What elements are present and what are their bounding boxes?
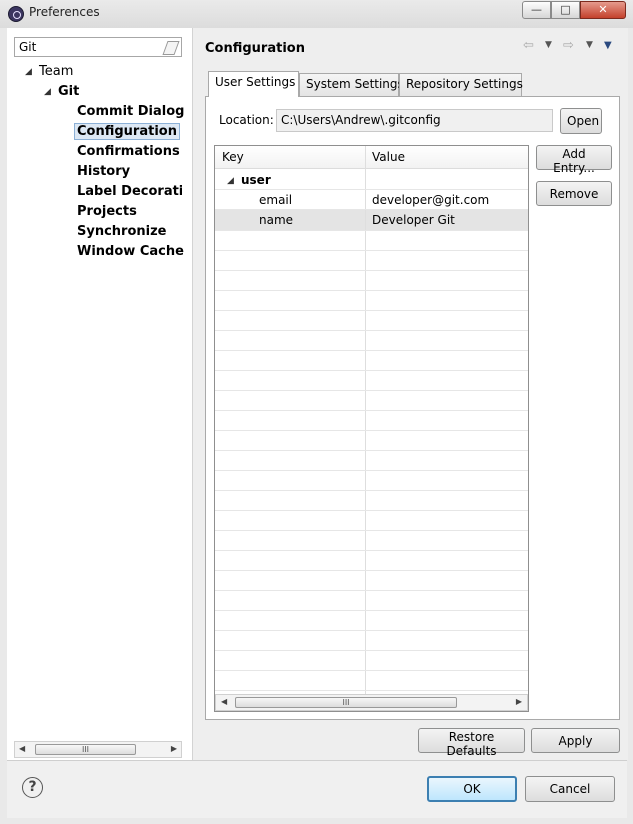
cancel-button[interactable]: Cancel	[525, 776, 615, 802]
restore-defaults-button[interactable]: Restore Defaults	[418, 728, 525, 758]
remove-button[interactable]: Remove	[536, 181, 612, 206]
scroll-thumb[interactable]: III	[35, 744, 136, 755]
row-divider	[215, 370, 528, 371]
eclipse-app-icon	[8, 6, 24, 22]
apply-button[interactable]: Apply	[531, 728, 620, 753]
page-title: Configuration	[205, 41, 305, 56]
scroll-left-icon[interactable]: ◀	[19, 744, 25, 753]
expand-user-icon[interactable]: ◢	[227, 176, 234, 186]
tab-user-settings[interactable]: User Settings	[208, 71, 299, 97]
row-divider	[215, 590, 528, 591]
row-divider	[215, 650, 528, 651]
row-divider	[215, 550, 528, 551]
view-menu-icon[interactable]: ▼	[604, 40, 612, 51]
row-divider	[215, 490, 528, 491]
table-row-value[interactable]: Developer Git	[372, 213, 455, 227]
row-divider	[215, 410, 528, 411]
column-header-key[interactable]: Key	[222, 150, 244, 164]
minimize-button[interactable]: —	[522, 1, 551, 19]
row-divider	[215, 610, 528, 611]
tree-item-configuration[interactable]: Configuration	[74, 123, 180, 140]
row-divider	[215, 670, 528, 671]
tree-item-window-cache[interactable]: Window Cache	[77, 244, 184, 259]
row-divider	[215, 690, 528, 691]
row-divider	[215, 189, 528, 190]
maximize-button[interactable]: □	[551, 1, 580, 19]
tree-item-team[interactable]: Team	[39, 64, 73, 79]
filter-input[interactable]: Git	[14, 37, 182, 57]
tree-item-commit-dialog[interactable]: Commit Dialog	[77, 104, 184, 119]
tab-system-settings[interactable]: System Settings	[299, 73, 404, 96]
row-divider	[215, 530, 528, 531]
table-header: Key Value	[215, 146, 528, 169]
table-row-key[interactable]: email	[259, 193, 292, 207]
back-dropdown-icon[interactable]: ▼	[545, 40, 552, 50]
open-button[interactable]: Open	[560, 108, 602, 134]
row-divider	[215, 250, 528, 251]
add-entry-button[interactable]: Add Entry...	[536, 145, 612, 175]
forward-arrow-icon[interactable]: ⇨	[563, 38, 574, 53]
tree-item-confirmations[interactable]: Confirmations ar	[77, 144, 182, 159]
ok-button[interactable]: OK	[427, 776, 517, 802]
row-divider	[215, 510, 528, 511]
tree-item-history[interactable]: History	[77, 164, 130, 179]
expand-team-icon[interactable]: ◢	[25, 67, 32, 77]
tree-item-projects[interactable]: Projects	[77, 204, 137, 219]
scroll-left-icon[interactable]: ◀	[221, 697, 227, 706]
tree-item-git[interactable]: Git	[58, 84, 79, 99]
row-divider	[215, 470, 528, 471]
row-divider	[215, 290, 528, 291]
row-divider	[215, 209, 528, 210]
row-divider	[215, 450, 528, 451]
tab-repository-settings[interactable]: Repository Settings	[399, 73, 523, 96]
table-row-key[interactable]: name	[259, 213, 293, 227]
footer-separator	[7, 760, 627, 761]
column-header-value[interactable]: Value	[372, 150, 405, 164]
tree-item-synchronize[interactable]: Synchronize	[77, 224, 167, 239]
location-field: C:\Users\Andrew\.gitconfig	[276, 109, 553, 132]
table-horizontal-scrollbar[interactable]: ◀ III ▶	[215, 694, 528, 711]
location-label: Location:	[219, 113, 274, 127]
row-divider	[215, 570, 528, 571]
table-row-value[interactable]: developer@git.com	[372, 193, 489, 207]
scroll-thumb[interactable]: III	[235, 697, 457, 708]
window-title: Preferences	[29, 5, 100, 19]
row-divider	[215, 630, 528, 631]
scroll-right-icon[interactable]: ▶	[516, 697, 522, 706]
row-divider	[215, 270, 528, 271]
expand-git-icon[interactable]: ◢	[44, 87, 51, 97]
row-divider	[215, 230, 528, 231]
clear-filter-icon[interactable]	[162, 41, 180, 55]
back-arrow-icon[interactable]: ⇦	[523, 38, 534, 53]
title-bar: Preferences — □ ✕	[0, 0, 633, 28]
column-divider	[365, 146, 366, 696]
row-divider	[215, 350, 528, 351]
row-divider	[215, 390, 528, 391]
tree-horizontal-scrollbar[interactable]: ◀ III ▶	[14, 741, 182, 758]
config-table[interactable]: Key Value ◢ user email developer@git.com…	[214, 145, 529, 712]
row-divider	[215, 330, 528, 331]
table-row-key[interactable]: user	[241, 173, 271, 187]
row-divider	[215, 310, 528, 311]
scroll-right-icon[interactable]: ▶	[171, 744, 177, 753]
tree-item-label-decoration[interactable]: Label Decoration	[77, 184, 182, 199]
close-button[interactable]: ✕	[580, 1, 626, 19]
filter-text: Git	[19, 40, 37, 54]
row-divider	[215, 430, 528, 431]
forward-dropdown-icon[interactable]: ▼	[586, 40, 593, 50]
help-icon[interactable]: ?	[22, 777, 43, 798]
